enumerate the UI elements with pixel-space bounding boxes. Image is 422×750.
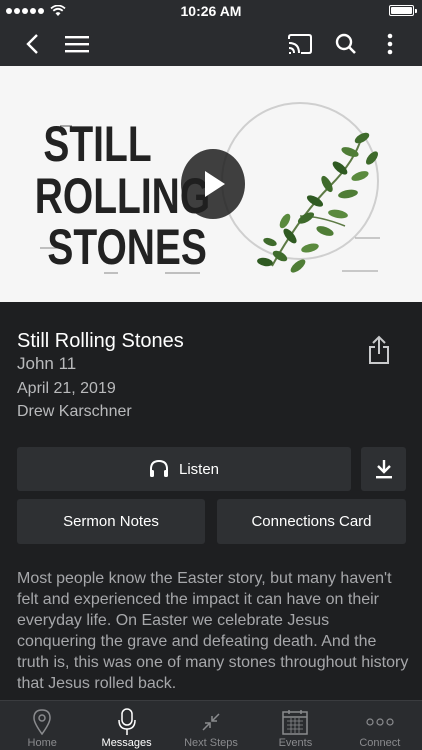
tab-label: Events <box>278 737 313 749</box>
sermon-notes-label: Sermon Notes <box>63 513 159 530</box>
tab-connect[interactable]: Connect <box>338 701 422 750</box>
back-icon[interactable] <box>18 30 46 58</box>
search-icon[interactable] <box>332 30 360 58</box>
tab-next-steps[interactable]: Next Steps <box>169 701 253 750</box>
more-dots-icon <box>365 707 395 737</box>
sermon-artwork[interactable]: STILL ROLLING STONES <box>0 66 422 302</box>
tab-messages[interactable]: Messages <box>84 701 168 750</box>
play-button[interactable] <box>181 149 245 219</box>
sermon-notes-button[interactable]: Sermon Notes <box>17 499 205 544</box>
sermon-passage: John 11 <box>17 354 77 373</box>
sermon-speaker: Drew Karschner <box>17 403 132 420</box>
headphones-icon <box>149 460 168 477</box>
tab-label: Next Steps <box>184 737 238 749</box>
tab-label: Home <box>27 737 57 749</box>
status-time: 10:26 AM <box>180 3 242 19</box>
download-button[interactable] <box>361 447 406 491</box>
cast-icon[interactable] <box>286 30 314 58</box>
download-icon <box>375 460 392 479</box>
location-pin-icon <box>27 707 57 737</box>
sermon-date: April 21, 2019 <box>17 380 116 397</box>
calendar-icon <box>280 707 310 737</box>
tab-label: Messages <box>101 737 152 749</box>
menu-icon[interactable] <box>63 30 91 58</box>
listen-button[interactable]: Listen <box>17 447 351 491</box>
bottom-tab-bar: Home Messages Next Steps Events Connect <box>0 700 422 750</box>
connections-card-label: Connections Card <box>251 513 372 530</box>
tab-events[interactable]: Events <box>253 701 337 750</box>
more-vertical-icon[interactable] <box>376 30 404 58</box>
battery-icon <box>389 5 417 16</box>
artwork-title-line-1: STILL <box>43 115 151 172</box>
status-bar: 10:26 AM <box>0 0 422 22</box>
sermon-description: Most people know the Easter story, but m… <box>17 570 409 692</box>
top-nav-bar <box>0 22 422 66</box>
artwork-title-line-3: STONES <box>47 218 207 275</box>
arrows-in-icon <box>196 707 226 737</box>
tab-label: Connect <box>359 737 401 749</box>
sermon-title: Still Rolling Stones <box>17 330 184 352</box>
share-icon[interactable] <box>366 335 392 365</box>
play-icon <box>205 171 225 197</box>
listen-label: Listen <box>178 460 220 478</box>
tab-home[interactable]: Home <box>0 701 84 750</box>
microphone-icon <box>112 707 142 737</box>
connections-card-button[interactable]: Connections Card <box>217 499 406 544</box>
